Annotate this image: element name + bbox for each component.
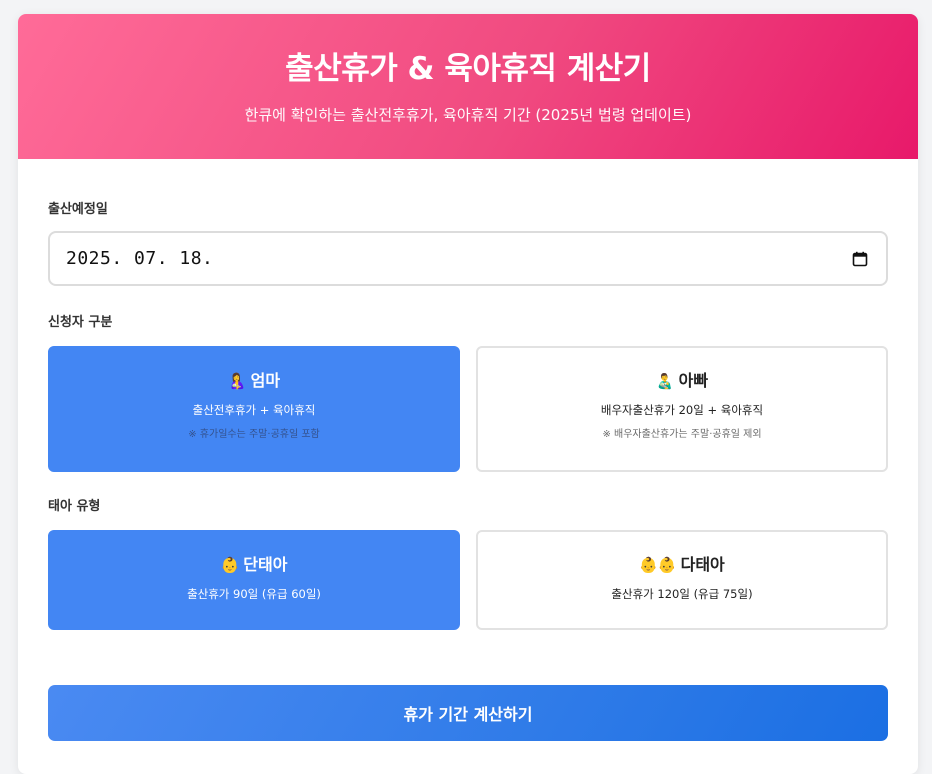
baby-type-option-multiple[interactable]: 👶👶 다태아 출산휴가 120일 (유급 75일): [476, 530, 888, 630]
form-body: 출산예정일 2025. 07. 18. 신청자 구분 🤱 엄마 출산전후휴가 +…: [18, 201, 918, 741]
option-title-text: 다태아: [680, 555, 725, 574]
calendar-icon[interactable]: [852, 251, 868, 267]
mother-icon: 🤱: [227, 372, 247, 390]
option-title-text: 아빠: [678, 371, 709, 390]
twin-babies-icon: 👶👶: [639, 556, 677, 574]
option-title-text: 엄마: [250, 371, 281, 390]
applicant-options: 🤱 엄마 출산전후휴가 + 육아휴직 ※ 휴가일수는 주말·공휴일 포함 👨‍🍼…: [48, 346, 888, 472]
option-description: 출산전후휴가 + 육아휴직: [192, 403, 316, 417]
option-note: ※ 휴가일수는 주말·공휴일 포함: [188, 429, 320, 440]
option-description: 출산휴가 90일 (유급 60일): [187, 587, 321, 601]
due-date-value: 2025. 07. 18.: [66, 248, 214, 269]
page-title: 출산휴가 & 육아휴직 계산기: [285, 51, 651, 87]
calculate-button[interactable]: 휴가 기간 계산하기: [48, 685, 888, 741]
option-title: 👶👶 다태아: [478, 554, 886, 576]
applicant-option-mom[interactable]: 🤱 엄마 출산전후휴가 + 육아휴직 ※ 휴가일수는 주말·공휴일 포함: [48, 346, 460, 472]
baby-type-option-single[interactable]: 👶 단태아 출산휴가 90일 (유급 60일): [48, 530, 460, 630]
due-date-label: 출산예정일: [48, 202, 108, 217]
baby-type-options: 👶 단태아 출산휴가 90일 (유급 60일) 👶👶 다태아 출산휴가 120일…: [48, 530, 888, 630]
page-subtitle: 한큐에 확인하는 출산전후휴가, 육아휴직 기간 (2025년 법령 업데이트): [244, 106, 692, 124]
header-banner: 출산휴가 & 육아휴직 계산기 한큐에 확인하는 출산전후휴가, 육아휴직 기간…: [18, 14, 918, 159]
option-description: 배우자출산휴가 20일 + 육아휴직: [600, 403, 764, 417]
option-title: 👶 단태아: [50, 554, 458, 576]
baby-type-label: 태아 유형: [48, 499, 101, 514]
option-title: 🤱 엄마: [50, 370, 458, 392]
father-icon: 👨‍🍼: [655, 372, 675, 390]
option-note: ※ 배우자출산휴가는 주말·공휴일 제외: [602, 429, 762, 440]
applicant-option-dad[interactable]: 👨‍🍼 아빠 배우자출산휴가 20일 + 육아휴직 ※ 배우자출산휴가는 주말·…: [476, 346, 888, 472]
baby-icon: 👶: [220, 556, 240, 574]
calculator-card: 출산휴가 & 육아휴직 계산기 한큐에 확인하는 출산전후휴가, 육아휴직 기간…: [18, 14, 918, 774]
option-title-text: 단태아: [243, 555, 288, 574]
option-description: 출산휴가 120일 (유급 75일): [611, 587, 753, 601]
applicant-label: 신청자 구분: [48, 315, 113, 330]
due-date-input[interactable]: 2025. 07. 18.: [48, 231, 888, 286]
option-title: 👨‍🍼 아빠: [478, 370, 886, 392]
